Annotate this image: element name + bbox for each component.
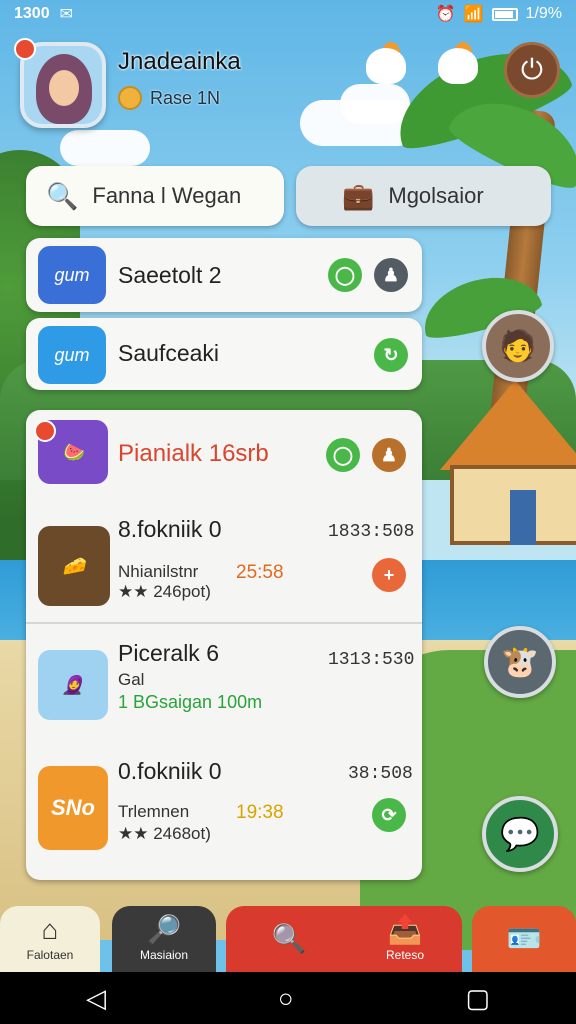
user-icon[interactable]: ♟: [372, 438, 406, 472]
action-icon[interactable]: ⟳: [372, 798, 406, 832]
game-icon: 🧀: [38, 526, 110, 606]
avatar: 🧕: [38, 650, 108, 720]
tab-home[interactable]: ⌂ Falotaen: [0, 906, 100, 972]
system-nav-bar: ◁ ○ ▢: [0, 972, 576, 1024]
entry-time: 1833:508: [328, 522, 415, 542]
tab-share[interactable]: 📤 Reteso: [350, 906, 460, 972]
medal-icon: [118, 86, 142, 110]
chat-icon[interactable]: ◯: [328, 258, 362, 292]
power-button[interactable]: ⏻: [504, 42, 560, 98]
search-label: Fanna l Wegan: [92, 183, 242, 208]
entry-title: 0.fokniik 0: [118, 758, 222, 784]
battery-percent: 1/9%: [525, 5, 562, 22]
profile-card-icon: 🪪: [506, 923, 542, 954]
notification-badge: [34, 420, 56, 442]
rank-label: Rase 1N: [150, 87, 221, 108]
power-icon: ⏻: [520, 53, 544, 85]
row-title: Saufceaki: [118, 340, 220, 366]
pet-icon[interactable]: [434, 42, 482, 86]
search-button[interactable]: 🔍 Fanna l Wegan: [26, 166, 284, 226]
chat-button[interactable]: 💬: [482, 796, 558, 872]
app-icon: gum: [38, 246, 106, 304]
battery-icon: [491, 7, 518, 21]
entry-subtitle: Gal: [118, 670, 145, 689]
list-item[interactable]: gum Saeetolt 2 ◯ ♟: [26, 238, 422, 312]
pet-button[interactable]: 🐮: [484, 626, 556, 698]
status-bar: 1300 ✉ ⏰ 📶 1/9%: [0, 0, 576, 28]
cow-icon: 🐮: [501, 645, 539, 679]
friend-avatar-button[interactable]: 🧑: [482, 310, 554, 382]
magnifier-icon: 🔍: [271, 923, 307, 954]
entry-subtitle: Trlemnen: [118, 802, 190, 821]
magnifier-tab[interactable]: 🔍: [234, 906, 344, 972]
tab-profile[interactable]: 🪪: [472, 906, 576, 972]
entry-title: 8.fokniik 0: [118, 516, 222, 542]
home-nav-icon[interactable]: ○: [278, 983, 294, 1014]
status-time: 1300: [14, 5, 50, 22]
refresh-icon[interactable]: ↻: [374, 338, 408, 372]
tab-mission[interactable]: 🔎 Masiaion: [112, 906, 216, 972]
bottom-tab-bar: ⌂ Falotaen 🔎 Masiaion 🔍 📤 Reteso 🪪: [0, 900, 576, 972]
entry-score: 25:58: [236, 562, 284, 583]
entry-highlight: 1 BGsaigan 100m: [118, 692, 263, 712]
back-icon[interactable]: ◁: [86, 983, 106, 1014]
entry-time: 1313:530: [328, 650, 415, 670]
entry-score: 19:38: [236, 802, 284, 823]
entry-title: Piceralk 6: [118, 640, 219, 666]
featured-title: Pianialk 16srb: [118, 440, 269, 467]
notification-badge: [14, 38, 36, 60]
user-icon[interactable]: ♟: [374, 258, 408, 292]
alarm-icon: ⏰: [435, 6, 456, 23]
app-icon: gum: [38, 326, 106, 384]
entry-subtitle: Nhianilstnr: [118, 562, 199, 581]
profile-rank: Rase 1N: [118, 86, 220, 110]
entry-time: 38:508: [348, 764, 413, 784]
person-icon: 🧑: [499, 329, 537, 363]
add-button[interactable]: +: [372, 558, 406, 592]
share-icon: 📤: [387, 914, 423, 945]
entry-rating: ★★ 246pot): [118, 582, 211, 601]
divider: [26, 622, 422, 624]
search-icon: 🔎: [146, 914, 182, 945]
chat-bubble-icon: 💬: [500, 816, 540, 852]
wifi-icon: 📶: [463, 6, 484, 23]
briefcase-icon: 💼: [342, 180, 375, 211]
home-icon: ⌂: [41, 914, 59, 945]
search-icon: 🔍: [46, 180, 79, 211]
moderator-button[interactable]: 💼 Mgolsaior: [296, 166, 551, 226]
recents-icon[interactable]: ▢: [465, 983, 490, 1014]
pet-icon[interactable]: [362, 42, 410, 86]
profile-name: Jnadeainka: [118, 48, 241, 75]
game-icon: SNo: [38, 766, 108, 850]
chat-icon[interactable]: ◯: [326, 438, 360, 472]
list-item[interactable]: gum Saufceaki ↻: [26, 318, 422, 390]
notification-icon: ✉: [59, 6, 73, 23]
entry-rating: ★★ 2468ot): [118, 824, 211, 843]
row-title: Saeetolt 2: [118, 262, 222, 288]
moderator-label: Mgolsaior: [388, 183, 484, 208]
